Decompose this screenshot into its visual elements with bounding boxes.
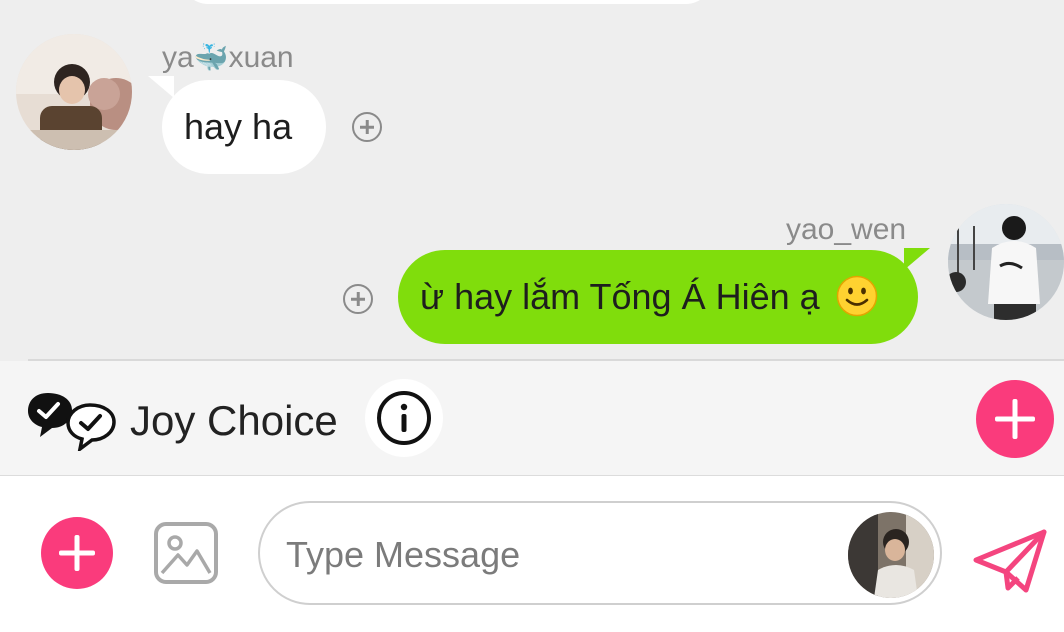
joy-choice-bar: Joy Choice xyxy=(0,361,1064,476)
message-input[interactable] xyxy=(284,527,828,583)
bubble-tail xyxy=(904,248,930,270)
whale-emoji: 🐳 xyxy=(193,42,229,73)
sender-name-prefix: ya xyxy=(162,41,194,74)
message-bubble-outgoing[interactable]: ừ hay lắm Tống Á Hiên ạ xyxy=(398,250,918,344)
add-reaction-button[interactable] xyxy=(352,112,382,142)
sticker-avatar-button[interactable] xyxy=(848,512,934,598)
sender-name: ya🐳xuan xyxy=(162,40,294,76)
slightly-smiling-face-icon xyxy=(836,276,877,317)
joy-choice-add-button[interactable] xyxy=(976,380,1054,458)
info-icon xyxy=(377,391,431,445)
message-composer xyxy=(0,476,1064,632)
joy-choice-label[interactable]: Joy Choice xyxy=(130,397,338,445)
paper-plane-icon[interactable] xyxy=(970,526,1050,596)
message-text: ừ hay lắm Tống Á Hiên ạ xyxy=(420,276,820,317)
previous-message-bubble xyxy=(182,0,712,4)
bubble-tail xyxy=(148,76,174,98)
sender-name-suffix: xuan xyxy=(228,41,294,74)
image-icon[interactable] xyxy=(153,521,219,585)
add-reaction-button[interactable] xyxy=(343,284,373,314)
sender-name: yao_wen xyxy=(786,213,907,246)
message-text: hay ha xyxy=(184,106,293,147)
message-field[interactable] xyxy=(258,501,942,605)
attach-button[interactable] xyxy=(41,517,113,589)
sender-avatar-yaxuan[interactable] xyxy=(16,34,132,150)
sender-avatar-yaowen[interactable] xyxy=(948,204,1064,320)
chat-bubbles-check-icon[interactable] xyxy=(26,389,118,451)
chat-messages[interactable]: ya🐳xuan hay ha yao_wen ừ hay lắm Tống Á … xyxy=(0,0,1064,360)
info-button[interactable] xyxy=(365,379,443,457)
message-bubble-incoming[interactable]: hay ha xyxy=(162,80,326,174)
